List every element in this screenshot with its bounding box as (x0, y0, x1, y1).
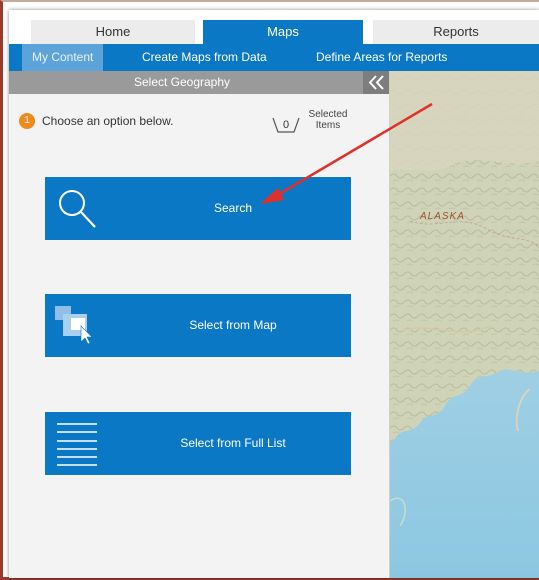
map-region-label: ALASKA (420, 211, 465, 222)
tab-reports[interactable]: Reports (373, 20, 539, 44)
selected-items-counter[interactable]: 0 (271, 115, 301, 135)
instruction-text: Choose an option below. (42, 114, 174, 128)
subnav-create-maps-from-data[interactable]: Create Maps from Data (142, 44, 267, 71)
selected-label-line2: Items (315, 120, 341, 131)
double-chevron-left-icon (368, 75, 384, 90)
select-from-full-list-label: Select from Full List (180, 436, 286, 450)
selected-items-label: Selected Items (303, 109, 353, 131)
terrain-map (390, 71, 539, 578)
list-icon (45, 412, 115, 475)
collapse-panel-button[interactable] (363, 71, 389, 94)
tab-maps[interactable]: Maps (203, 20, 363, 44)
search-button-label: Search (213, 201, 253, 215)
selected-count: 0 (282, 119, 290, 131)
panel-title: Select Geography (133, 75, 231, 89)
app-window: Home Maps Reports My Content Create Maps… (9, 10, 539, 578)
select-from-map-button[interactable]: Select from Map (45, 294, 351, 357)
selected-label-line1: Selected (308, 109, 348, 120)
panel-header: Select Geography (9, 71, 389, 94)
map-select-icon (45, 294, 115, 357)
subnav-my-content[interactable]: My Content (22, 44, 104, 71)
sub-navigation: My Content Create Maps from Data Define … (9, 44, 539, 71)
step-badge: 1 (19, 113, 35, 129)
select-from-full-list-button[interactable]: Select from Full List (45, 412, 351, 475)
select-geography-panel: Select Geography 1 Choose an option belo… (9, 71, 390, 578)
search-icon (45, 177, 115, 240)
search-button[interactable]: Search (45, 177, 351, 240)
select-from-map-label: Select from Map (189, 318, 277, 332)
tab-home[interactable]: Home (31, 20, 195, 44)
subnav-define-areas-for-reports[interactable]: Define Areas for Reports (316, 44, 447, 71)
main-tab-bar: Home Maps Reports (9, 10, 539, 44)
map-view[interactable]: ALASKA (390, 71, 539, 578)
